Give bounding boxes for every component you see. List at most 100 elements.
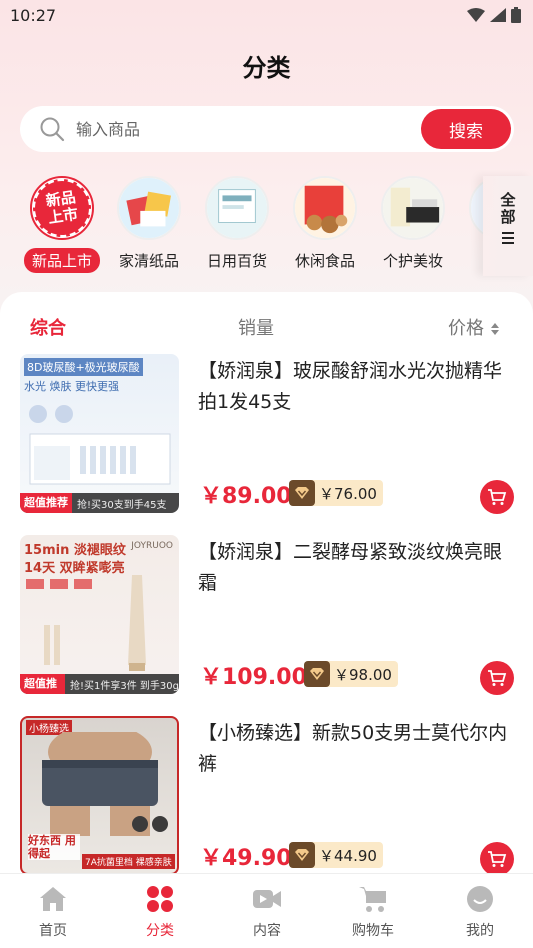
category-image [469, 176, 483, 240]
category-label: 新品上市 [23, 248, 100, 273]
sort-tab-comprehensive[interactable]: 综合 [30, 314, 66, 340]
category-label: 家清纸品 [118, 252, 179, 270]
product-title[interactable]: 【娇润泉】玻尿酸舒润水光次抛精华拍1发45支 [198, 356, 513, 418]
signal-icon [490, 8, 506, 22]
category-label: 休闲食品 [294, 252, 355, 270]
nav-item-cart[interactable]: 购物车 [333, 884, 413, 940]
all-categories-label: 全部 [498, 192, 517, 226]
cart-icon [488, 851, 507, 867]
thumb-subline: 水光 焕肤 更快更强 [24, 380, 119, 393]
product-card[interactable]: 小杨臻选 好东西 用得起 7A抗菌里档 裸感亲肤 【小杨臻选】新款50支男士莫代… [0, 716, 533, 873]
category-item-new[interactable]: 新品上市 新品上市 [22, 176, 102, 273]
member-price: ￥98.00 [304, 661, 398, 687]
category-item-wine[interactable]: 酒 [461, 176, 483, 273]
search-input[interactable] [76, 106, 376, 152]
product-title[interactable]: 【小杨臻选】新款50支男士莫代尔内裤 [198, 718, 513, 780]
sort-bar: 综合 销量 价格 [0, 292, 533, 358]
member-price: ￥76.00 [289, 480, 383, 506]
product-thumbnail[interactable]: 15min 淡褪眼纹 14天 双眸紧嘭亮 JOYRUOO 超值推荐 抢!买1件享… [20, 535, 179, 694]
sort-tab-sales[interactable]: 销量 [238, 314, 274, 340]
underwear-image [42, 732, 168, 836]
category-label: 日用百货 [206, 252, 267, 270]
product-price: ￥89.00 [200, 484, 292, 509]
nav-label: 我的 [466, 923, 494, 939]
cart-icon [488, 489, 507, 505]
search-icon [40, 117, 65, 142]
product-thumbnail[interactable]: 8D玻尿酸+极光玻尿酸 水光 焕肤 更快更强 超值推荐 抢!买30支到手45支 [20, 354, 179, 513]
product-price: ￥109.00 [200, 665, 307, 690]
status-time: 10:27 [10, 5, 57, 25]
status-bar: 10:27 [0, 0, 533, 30]
nav-item-category[interactable]: 分类 [120, 884, 200, 940]
thumb-hot-label: 超值推荐 [20, 674, 66, 694]
search-button[interactable]: 搜索 [421, 109, 511, 149]
cart-icon [488, 670, 507, 686]
new-arrivals-badge-text: 新品上市 [44, 188, 80, 227]
wifi-icon [467, 8, 485, 22]
thumb-headline: 8D玻尿酸+极光玻尿酸 [24, 358, 143, 376]
category-item-household-paper[interactable]: 家清纸品 [109, 176, 189, 273]
category-item-snacks[interactable]: 休闲食品 [285, 176, 365, 273]
category-item-daily-goods[interactable]: 日用百货 [197, 176, 277, 273]
product-title[interactable]: 【娇润泉】二裂酵母紧致淡纹焕亮眼霜 [198, 537, 513, 599]
thumb-note: 抢!买30支到手45支 [77, 499, 167, 511]
nav-label: 内容 [253, 923, 281, 939]
thumb-banner: 超值推荐 抢!买1件享3件 到手30g [20, 674, 179, 694]
thumb-brand: JOYRUOO [131, 541, 173, 551]
smiley-icon [440, 884, 520, 914]
thumb-hot-label: 超值推荐 [20, 493, 72, 513]
nav-label: 分类 [146, 923, 174, 939]
category-image [293, 176, 357, 240]
add-to-cart-button[interactable] [480, 480, 514, 514]
add-to-cart-button[interactable] [480, 842, 514, 873]
status-icons [467, 7, 521, 23]
page-title: 分类 [242, 54, 291, 82]
member-badge-icon [289, 480, 315, 506]
nav-label: 购物车 [352, 923, 394, 939]
serum-box-image [29, 405, 171, 485]
member-badge-icon [289, 842, 315, 868]
bottom-nav: 首页 分类 内容 购物车 我的 [0, 873, 533, 948]
personal-care-product-image [383, 178, 443, 238]
category-row: 新品上市 新品上市 家清纸品 日用百货 休闲食品 个护美妆 [0, 170, 483, 280]
nav-label: 首页 [39, 923, 67, 939]
member-price-value: ￥98.00 [334, 665, 392, 684]
category-image [381, 176, 445, 240]
daily-goods-product-image [207, 178, 267, 238]
member-price: ￥44.90 [289, 842, 383, 868]
member-price-value: ￥44.90 [319, 846, 377, 865]
thumb-note: 7A抗菌里档 裸感亲肤 [82, 854, 175, 869]
category-item-personal-care[interactable]: 个护美妆 [373, 176, 453, 273]
category-label: 个护美妆 [382, 252, 443, 270]
category-image [117, 176, 181, 240]
eye-cream-image [26, 575, 146, 671]
thumb-slogan: 好东西 用得起 [28, 834, 80, 860]
product-card[interactable]: 15min 淡褪眼纹 14天 双眸紧嘭亮 JOYRUOO 超值推荐 抢!买1件享… [0, 535, 533, 695]
member-price-value: ￥76.00 [319, 484, 377, 503]
nav-item-profile[interactable]: 我的 [440, 884, 520, 940]
nav-item-home[interactable]: 首页 [13, 884, 93, 940]
thumb-banner: 超值推荐 抢!买30支到手45支 [20, 493, 179, 513]
search-bar: 搜索 [20, 106, 514, 152]
nav-item-content[interactable]: 内容 [227, 884, 307, 940]
category-grid-icon [120, 884, 200, 914]
video-icon [227, 884, 307, 914]
tissue-product-image [119, 178, 179, 238]
sort-tab-price-label: 价格 [448, 318, 484, 339]
add-to-cart-button[interactable] [480, 661, 514, 695]
product-price: ￥49.90 [200, 846, 292, 871]
snacks-product-image [295, 178, 355, 238]
thumb-subline: 14天 双眸紧嘭亮 [24, 561, 125, 576]
product-thumbnail[interactable]: 小杨臻选 好东西 用得起 7A抗菌里档 裸感亲肤 [20, 716, 179, 873]
member-badge-icon [304, 661, 330, 687]
product-card[interactable]: 8D玻尿酸+极光玻尿酸 水光 焕肤 更快更强 超值推荐 抢!买30支到手45支 … [0, 354, 533, 514]
sort-tab-price[interactable]: 价格 [448, 314, 500, 340]
product-list-panel: 综合 销量 价格 8D玻尿酸+极光玻尿酸 水光 焕肤 更快更强 超值推荐 抢!买… [0, 292, 533, 873]
category-image: 新品上市 [30, 176, 94, 240]
all-categories-button[interactable]: 全部 [483, 176, 533, 276]
category-image [205, 176, 269, 240]
new-arrivals-badge: 新品上市 [32, 178, 92, 238]
thumb-headline: 15min 淡褪眼纹 [24, 543, 126, 558]
wine-product-image [471, 178, 483, 238]
battery-icon [511, 7, 521, 23]
